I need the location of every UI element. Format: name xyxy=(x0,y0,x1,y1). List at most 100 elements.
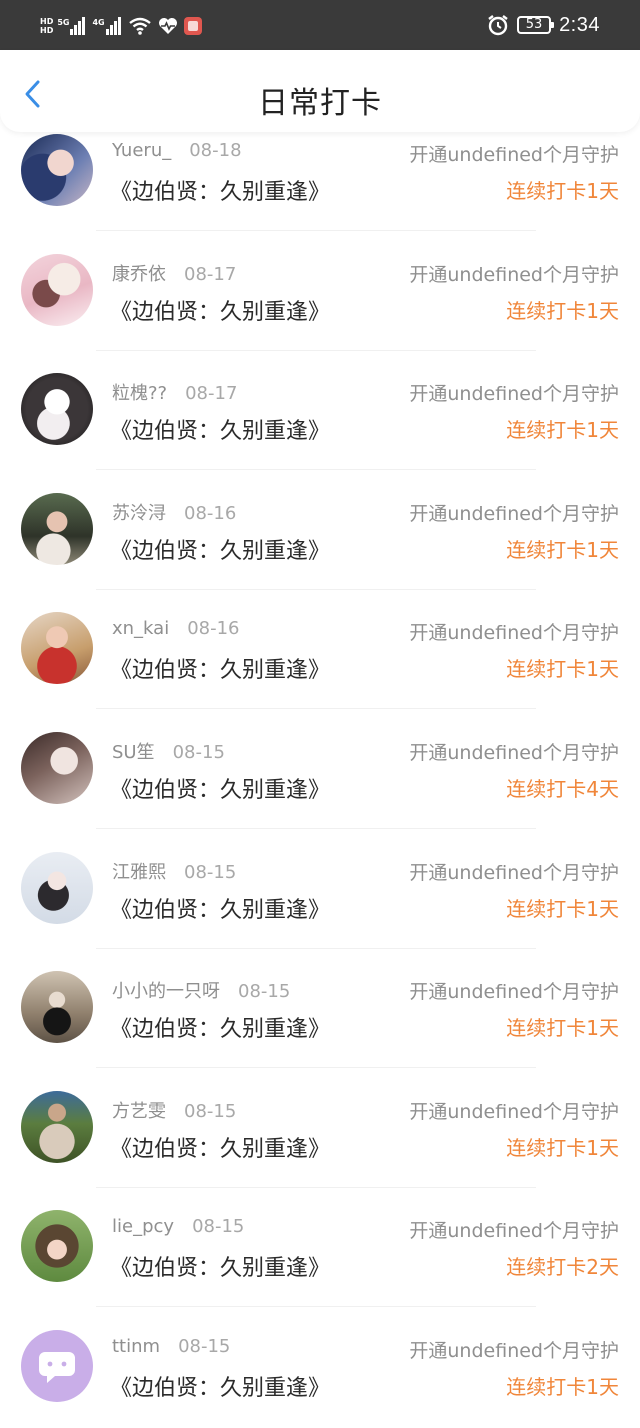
status-bar: HD HD 5G 4G 53 2:34 xyxy=(0,0,640,50)
streak-text: 连续打卡1天 xyxy=(506,896,619,921)
checkin-row[interactable]: lie_pcy 08-15 《边伯贤：久别重逢》 开通undefined个月守护 … xyxy=(0,1188,640,1308)
book-title[interactable]: 《边伯贤：久别重逢》 xyxy=(110,294,330,326)
streak-text: 连续打卡1天 xyxy=(506,179,619,203)
checkin-row[interactable]: xn_kai 08-16 《边伯贤：久别重逢》 开通undefined个月守护 连… xyxy=(0,590,640,710)
user-meta: Yueru_ 08-18 xyxy=(112,140,242,161)
book-title[interactable]: 《边伯贤：久别重逢》 xyxy=(110,533,330,565)
user-meta: 小小的一只呀 08-15 xyxy=(112,977,290,1003)
streak-text: 连续打卡1天 xyxy=(506,1374,619,1399)
hd-label-2: HD xyxy=(40,26,54,35)
checkin-date: 08-17 xyxy=(185,383,238,405)
checkin-row[interactable]: 康乔依 08-17 《边伯贤：久别重逢》 开通undefined个月守护 连续打卡… xyxy=(0,232,640,352)
user-meta: SU笙 08-15 xyxy=(112,738,225,764)
user-meta: 粒槐?? 08-17 xyxy=(112,379,237,405)
username[interactable]: 小小的一只呀 xyxy=(112,981,220,1002)
book-title[interactable]: 《边伯贤：久别重逢》 xyxy=(110,1131,330,1163)
book-title[interactable]: 《边伯贤：久别重逢》 xyxy=(110,413,330,445)
network-5g-label: 5G xyxy=(57,18,70,27)
guard-text: 开通undefined个月守护 xyxy=(409,1339,619,1362)
guard-text: 开通undefined个月守护 xyxy=(409,741,619,764)
username[interactable]: 苏泠浔 xyxy=(112,503,166,524)
book-title[interactable]: 《边伯贤：久别重逢》 xyxy=(110,892,330,924)
chat-bubble-icon xyxy=(39,1351,75,1383)
streak-text: 连续打卡1天 xyxy=(506,298,619,323)
avatar[interactable] xyxy=(21,253,93,326)
username[interactable]: xn_kai xyxy=(112,618,169,639)
checkin-date: 08-17 xyxy=(184,263,237,285)
avatar[interactable] xyxy=(21,373,93,446)
streak-text: 连续打卡2天 xyxy=(506,1255,619,1280)
checkin-row[interactable]: 江雅熙 08-15 《边伯贤：久别重逢》 开通undefined个月守护 连续打卡… xyxy=(0,830,640,950)
clock: 2:34 xyxy=(559,13,600,36)
checkin-date: 08-15 xyxy=(178,1335,231,1357)
book-title[interactable]: 《边伯贤：久别重逢》 xyxy=(110,1011,330,1043)
avatar[interactable] xyxy=(21,134,93,206)
username[interactable]: SU笙 xyxy=(112,742,155,763)
signal-4g: 4G xyxy=(92,17,121,35)
streak-text: 连续打卡1天 xyxy=(506,657,619,682)
guard-text: 开通undefined个月守护 xyxy=(409,263,619,286)
username[interactable]: ttinm xyxy=(112,1336,160,1357)
user-meta: 苏泠浔 08-16 xyxy=(112,499,236,525)
battery-icon: 53 xyxy=(517,16,555,34)
heart-rate-icon xyxy=(158,18,177,34)
guard-text: 开通undefined个月守护 xyxy=(409,1100,619,1123)
book-title[interactable]: 《边伯贤：久别重逢》 xyxy=(110,174,330,206)
book-title[interactable]: 《边伯贤：久别重逢》 xyxy=(110,652,330,684)
alarm-clock-icon xyxy=(488,15,508,36)
avatar[interactable] xyxy=(21,971,93,1044)
checkin-row[interactable]: 方艺雯 08-15 《边伯贤：久别重逢》 开通undefined个月守护 连续打卡… xyxy=(0,1069,640,1189)
guard-text: 开通undefined个月守护 xyxy=(409,502,619,525)
guard-text: 开通undefined个月守护 xyxy=(409,383,619,406)
checkin-date: 08-15 xyxy=(184,861,237,883)
avatar[interactable] xyxy=(21,612,93,685)
book-title[interactable]: 《边伯贤：久别重逢》 xyxy=(110,1370,330,1402)
username[interactable]: 江雅熙 xyxy=(112,862,166,883)
checkin-row[interactable]: 小小的一只呀 08-15 《边伯贤：久别重逢》 开通undefined个月守护 连… xyxy=(0,949,640,1069)
avatar[interactable] xyxy=(21,1329,93,1402)
user-meta: 方艺雯 08-15 xyxy=(112,1097,236,1123)
streak-text: 连续打卡4天 xyxy=(506,776,619,801)
avatar[interactable] xyxy=(21,851,93,924)
guard-text: 开通undefined个月守护 xyxy=(409,622,619,645)
checkin-date: 08-18 xyxy=(189,140,242,161)
checkin-row[interactable]: ttinm 08-15 《边伯贤：久别重逢》 开通undefined个月守护 连续… xyxy=(0,1308,640,1428)
guard-text: 开通undefined个月守护 xyxy=(409,861,619,884)
checkin-date: 08-16 xyxy=(187,618,240,640)
checkin-list: Yueru_ 08-18 《边伯贤：久别重逢》 开通undefined个月守护 连… xyxy=(0,112,640,1428)
book-title[interactable]: 《边伯贤：久别重逢》 xyxy=(110,772,330,804)
user-meta: 江雅熙 08-15 xyxy=(112,858,236,884)
network-4g-label: 4G xyxy=(92,18,105,27)
avatar[interactable] xyxy=(21,731,93,804)
user-meta: 康乔依 08-17 xyxy=(112,260,236,286)
checkin-row[interactable]: SU笙 08-15 《边伯贤：久别重逢》 开通undefined个月守护 连续打卡… xyxy=(0,710,640,830)
username[interactable]: 粒槐?? xyxy=(112,383,167,404)
checkin-date: 08-16 xyxy=(184,502,237,524)
page-title: 日常打卡 xyxy=(258,86,382,121)
wifi-icon xyxy=(128,17,151,35)
avatar[interactable] xyxy=(21,1210,93,1283)
user-meta: ttinm 08-15 xyxy=(112,1336,230,1357)
guard-text: 开通undefined个月守护 xyxy=(409,144,619,166)
streak-text: 连续打卡1天 xyxy=(506,537,619,562)
username[interactable]: 康乔依 xyxy=(112,264,166,285)
streak-text: 连续打卡1天 xyxy=(506,418,619,443)
streak-text: 连续打卡1天 xyxy=(506,1016,619,1041)
username[interactable]: Yueru_ xyxy=(112,140,171,161)
username[interactable]: lie_pcy xyxy=(112,1216,174,1237)
user-meta: xn_kai 08-16 xyxy=(112,618,240,639)
checkin-date: 08-15 xyxy=(184,1100,237,1122)
checkin-row[interactable]: 粒槐?? 08-17 《边伯贤：久别重逢》 开通undefined个月守护 连续打… xyxy=(0,351,640,471)
checkin-row[interactable]: 苏泠浔 08-16 《边伯贤：久别重逢》 开通undefined个月守护 连续打卡… xyxy=(0,471,640,591)
book-title[interactable]: 《边伯贤：久别重逢》 xyxy=(110,1250,330,1282)
avatar[interactable] xyxy=(21,492,93,565)
checkin-date: 08-15 xyxy=(192,1216,245,1238)
hd-indicator: HD HD xyxy=(40,17,53,35)
signal-5g: 5G xyxy=(57,17,86,35)
avatar[interactable] xyxy=(21,1090,93,1163)
hd-label-1: HD xyxy=(40,17,54,26)
checkin-date: 08-15 xyxy=(172,741,225,763)
user-meta: lie_pcy 08-15 xyxy=(112,1216,244,1237)
username[interactable]: 方艺雯 xyxy=(112,1101,166,1122)
streak-text: 连续打卡1天 xyxy=(506,1135,619,1160)
